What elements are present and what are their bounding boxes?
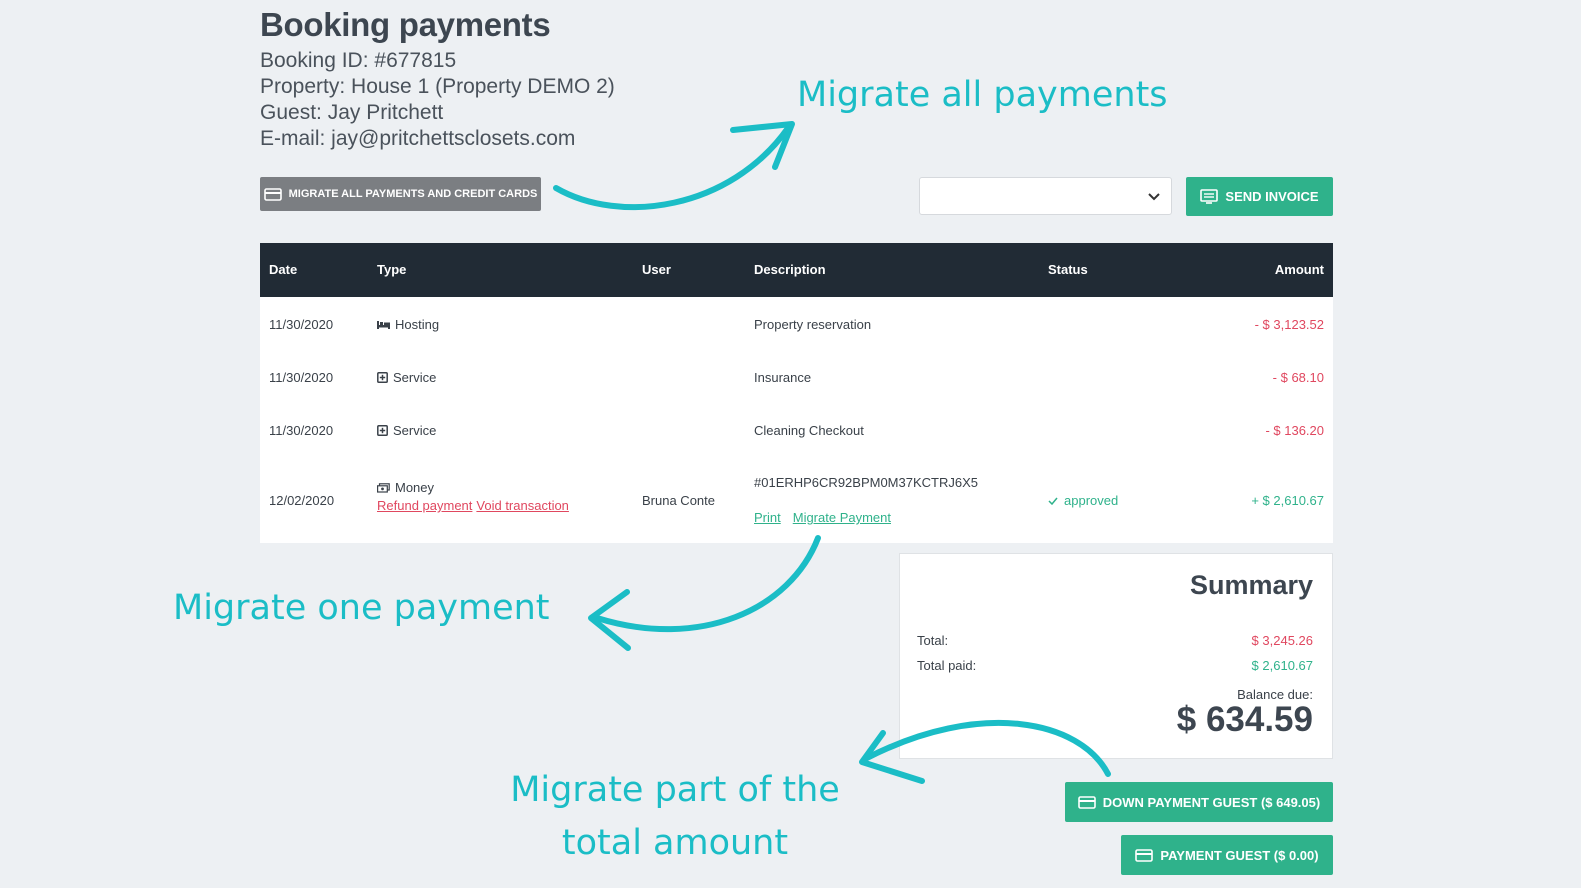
annotation-arrows: [553, 121, 1111, 784]
arrow-migrate-one: [594, 535, 821, 633]
arrow-migrate-all: [553, 125, 791, 211]
annotation-migrate-part: Migrate part of the total amount: [505, 764, 845, 870]
annotation-migrate-part-line1: Migrate part of the: [510, 770, 840, 810]
annotation-migrate-part-line2: total amount: [561, 823, 789, 863]
annotation-migrate-all: Migrate all payments: [797, 75, 1168, 115]
annotation-migrate-one: Migrate one payment: [173, 588, 550, 628]
arrow-migrate-part: [864, 720, 1111, 777]
